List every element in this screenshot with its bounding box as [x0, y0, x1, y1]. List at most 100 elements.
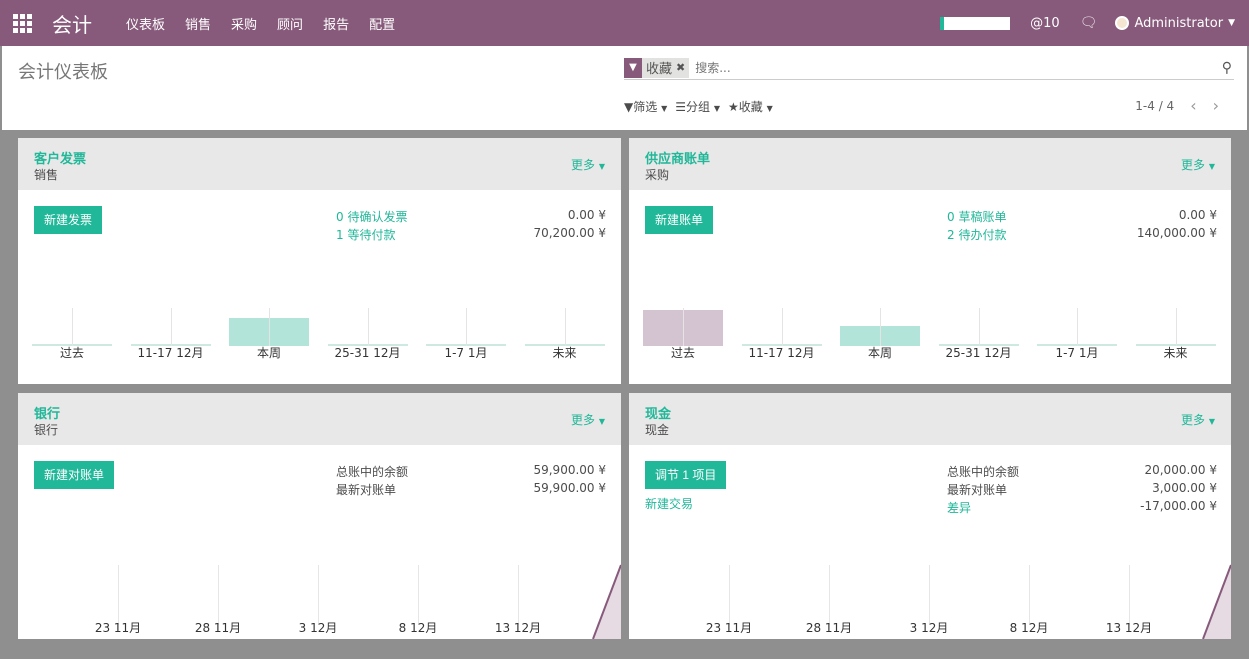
axis-tick-label: 13 12月: [494, 621, 542, 635]
grid-line: [466, 308, 467, 346]
grid-line: [518, 565, 519, 625]
control-panel: 会计仪表板 ▼ 收藏 ✖ ⚲ ▼筛选 ▼ ☰分组 ▼ ★收藏 ▼ 1-4 / 4…: [2, 46, 1247, 130]
stat-value: 140,000.00 ¥: [1136, 226, 1217, 240]
stat-row: 0 草稿账单 0.00 ¥: [947, 208, 1217, 226]
journal-title[interactable]: 现金: [645, 403, 671, 422]
user-menu[interactable]: Administrator ▼: [1115, 16, 1235, 31]
menu-item-reports[interactable]: 报告: [323, 14, 349, 33]
bar-label: 未来: [552, 346, 577, 360]
search-icon[interactable]: ⚲: [1222, 60, 1232, 76]
caret-down-icon: ▼: [598, 162, 605, 171]
favorites-dropdown[interactable]: ★收藏 ▼: [728, 98, 773, 115]
menu-item-adviser[interactable]: 顾问: [277, 14, 303, 33]
main-menu: 仪表板 销售 采购 顾问 报告 配置: [126, 14, 415, 33]
journal-type: 银行: [34, 423, 59, 437]
star-icon: ★: [728, 100, 739, 114]
stat-value: 59,900.00 ¥: [533, 463, 606, 477]
journal-type: 销售: [34, 168, 59, 182]
grid-line: [829, 565, 830, 625]
stat-value: 3,000.00 ¥: [1152, 481, 1217, 495]
journal-stats: 总账中的余额 59,900.00 ¥ 最新对账单 59,900.00 ¥: [336, 463, 606, 499]
pager-previous-icon[interactable]: ‹: [1190, 96, 1196, 115]
stat-label: 总账中的余额: [336, 465, 409, 479]
stat-value: 20,000.00 ¥: [1144, 463, 1217, 477]
search-bar: ▼ 收藏 ✖ ⚲: [624, 56, 1234, 80]
balance-line: [592, 564, 621, 639]
bar-label: 过去: [59, 346, 84, 360]
balance-line: [1202, 564, 1231, 639]
remove-facet-icon[interactable]: ✖: [676, 61, 689, 74]
stat-row: 最新对账单 3,000.00 ¥: [947, 481, 1217, 499]
journal-stats: 总账中的余额 20,000.00 ¥ 最新对账单 3,000.00 ¥ 差异 -17,…: [947, 463, 1217, 517]
reconcile-button[interactable]: 调节 1 项目: [645, 461, 727, 489]
new-statement-button[interactable]: 新建对账单: [34, 461, 115, 489]
search-input[interactable]: [695, 60, 1222, 75]
caret-down-icon: ▼: [598, 417, 605, 426]
new-invoice-button[interactable]: 新建发票: [34, 206, 103, 234]
mentions-counter[interactable]: @10: [1030, 16, 1060, 31]
stat-label[interactable]: 差异: [947, 499, 971, 517]
grid-line: [269, 308, 270, 346]
axis-tick-label: 23 11月: [94, 621, 142, 635]
stat-label[interactable]: 0 待确认发票: [336, 208, 407, 226]
pager-value[interactable]: 1-4 / 4: [1135, 99, 1174, 113]
grid-line: [218, 565, 219, 625]
bar-label: 25-31 12月: [334, 346, 401, 360]
grid-line: [1029, 565, 1030, 625]
journal-type: 现金: [645, 423, 670, 437]
stat-value: 59,900.00 ¥: [533, 481, 606, 495]
axis-tick-label: 3 12月: [298, 621, 338, 635]
journal-title[interactable]: 供应商账单: [645, 148, 710, 167]
menu-item-purchase[interactable]: 采购: [231, 14, 257, 33]
progress-indicator[interactable]: [940, 16, 1011, 30]
new-transaction-link[interactable]: 新建交易: [645, 495, 693, 512]
more-dropdown[interactable]: 更多 ▼: [1181, 411, 1215, 428]
user-name: Administrator: [1134, 15, 1224, 31]
more-dropdown[interactable]: 更多 ▼: [571, 411, 605, 428]
more-dropdown[interactable]: 更多 ▼: [1181, 156, 1215, 173]
grid-line: [929, 565, 930, 625]
stat-label: 总账中的余额: [947, 465, 1020, 479]
groupby-dropdown[interactable]: ☰分组 ▼: [675, 98, 720, 115]
card-header: 银行 银行 更多 ▼: [18, 393, 621, 445]
journal-card-sales: 客户发票 销售 更多 ▼ 新建发票 0 待确认发票 0.00 ¥ 1 等待付款 70…: [18, 138, 621, 384]
axis-tick-label: 28 11月: [194, 621, 242, 635]
caret-down-icon: ▼: [766, 104, 773, 113]
stat-row: 总账中的余额 59,900.00 ¥: [336, 463, 606, 481]
caret-down-icon: ▼: [1228, 18, 1235, 28]
chat-icon[interactable]: 🗨: [1080, 15, 1098, 31]
menu-item-sales[interactable]: 销售: [185, 14, 211, 33]
filter-icon: ▼: [624, 57, 642, 78]
search-options: ▼筛选 ▼ ☰分组 ▼ ★收藏 ▼: [624, 98, 781, 115]
more-dropdown[interactable]: 更多 ▼: [571, 156, 605, 173]
card-header: 客户发票 销售 更多 ▼: [18, 138, 621, 190]
page-title: 会计仪表板: [18, 62, 108, 83]
axis-tick-label: 13 12月: [1105, 621, 1153, 635]
stat-row: 0 待确认发票 0.00 ¥: [336, 208, 606, 226]
bar-label: 11-17 12月: [137, 346, 204, 360]
new-bill-button[interactable]: 新建账单: [645, 206, 714, 234]
bar-label: 1-7 1月: [444, 346, 488, 360]
journal-title[interactable]: 银行: [34, 403, 60, 422]
stat-label[interactable]: 1 等待付款: [336, 226, 395, 244]
top-navbar: 会计 仪表板 销售 采购 顾问 报告 配置 @10 🗨 Administrato…: [0, 0, 1249, 46]
apps-menu-icon[interactable]: [0, 0, 44, 46]
bar-chart: [643, 308, 1227, 346]
journal-title[interactable]: 客户发票: [34, 148, 86, 167]
grid-line: [118, 565, 119, 625]
grid-line: [978, 308, 980, 346]
card-header: 现金 现金 更多 ▼: [629, 393, 1231, 445]
pager-next-icon[interactable]: ›: [1213, 96, 1219, 115]
caret-down-icon: ▼: [713, 104, 720, 113]
journal-type: 采购: [645, 168, 670, 182]
stat-label[interactable]: 0 草稿账单: [947, 208, 1006, 226]
menu-item-config[interactable]: 配置: [369, 14, 395, 33]
grid-line: [72, 308, 73, 346]
stat-label: 最新对账单: [336, 483, 397, 497]
filter-dropdown[interactable]: ▼筛选 ▼: [624, 98, 667, 115]
stat-label[interactable]: 2 待办付款: [947, 226, 1006, 244]
grid-line: [880, 308, 881, 346]
menu-item-dashboard[interactable]: 仪表板: [126, 14, 165, 33]
caret-down-icon: ▼: [1208, 162, 1215, 171]
journal-stats: 0 草稿账单 0.00 ¥ 2 待办付款 140,000.00 ¥: [947, 208, 1217, 244]
